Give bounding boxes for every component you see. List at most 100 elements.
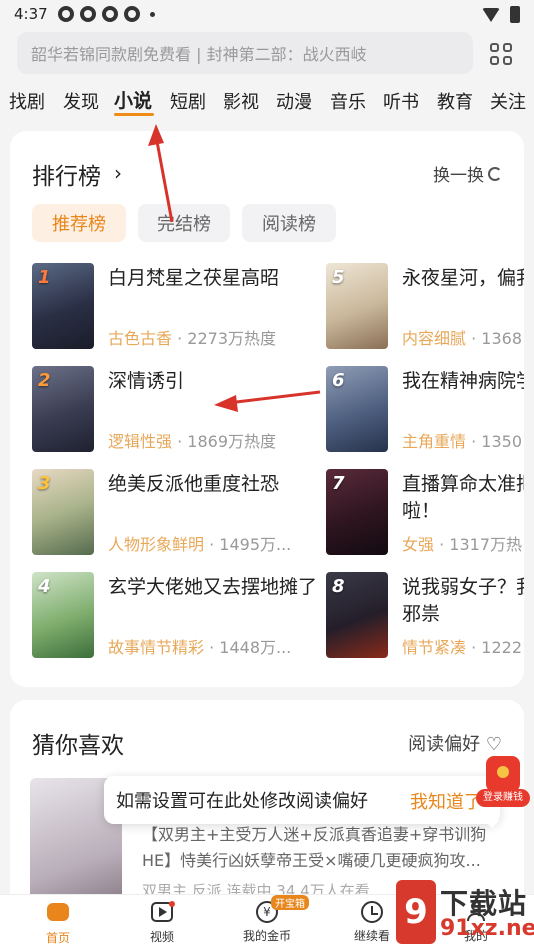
preference-tooltip: 如需设置可在此处修改阅读偏好 我知道了: [104, 776, 500, 828]
tab-short-drama[interactable]: 短剧: [170, 88, 206, 114]
book-item[interactable]: 7 直播算命太准把我收编啦！ 女强 · 1317万热: [326, 469, 524, 561]
book-title: 我在精神病院学: [402, 370, 524, 392]
pill-reading[interactable]: 阅读榜: [242, 204, 336, 242]
book-meta: 故事情节精彩 · 1448万...: [108, 638, 292, 657]
refresh-label: 换一换: [433, 166, 484, 186]
tooltip-arrow: [484, 820, 500, 828]
tab-education[interactable]: 教育: [437, 88, 473, 114]
book-item[interactable]: 4 玄学大佬她又去摆地摊了 故事情节精彩 · 1448万...: [32, 572, 332, 664]
status-bar: 4:37: [0, 0, 534, 30]
pill-completed[interactable]: 完结榜: [138, 204, 230, 242]
rank-number: 5: [332, 267, 345, 288]
book-tag: 人物形象鲜明: [108, 535, 205, 554]
rank-number: 7: [332, 473, 345, 494]
tooltip-text: 如需设置可在此处修改阅读偏好: [116, 791, 368, 812]
search-placeholder: 韶华若锦同款剧免费看 | 封神第二部：战火西岐: [31, 45, 367, 64]
app-notification-icon: [102, 6, 118, 22]
reading-preference-button[interactable]: 阅读偏好 ♡: [408, 730, 502, 756]
search-input[interactable]: 韶华若锦同款剧免费看 | 封神第二部：战火西岐: [17, 32, 473, 74]
category-grid-icon[interactable]: [490, 43, 512, 65]
site-watermark: 9 下载站 91xz.net: [396, 880, 534, 950]
app-notification-icon: [124, 6, 140, 22]
nav-coins[interactable]: ¥ 开宝箱 我的金币: [227, 895, 309, 944]
app-notification-icon: [58, 6, 74, 22]
book-item[interactable]: 5 永夜星河，偏我也爱子期 内容细腻 · 1368: [326, 263, 524, 355]
rank-number: 2: [38, 370, 51, 391]
rank-number: 8: [332, 576, 345, 597]
guess-title: 猜你喜欢: [32, 733, 124, 759]
refresh-icon: [488, 166, 502, 181]
book-cover: 4: [32, 572, 94, 658]
nav-home[interactable]: 首页: [18, 901, 98, 946]
book-title: 深情诱引: [108, 370, 185, 392]
login-earn-redpacket[interactable]: 登录赚钱: [476, 756, 530, 808]
book-meta: 主角重情 · 1350: [402, 432, 522, 451]
book-cover: 6: [326, 366, 388, 452]
rank-number: 3: [38, 473, 51, 494]
book-cover: 1: [32, 263, 94, 349]
top-tabs: 找剧 发现 小说 短剧 影视 动漫 音乐 听书 教育 关注: [0, 84, 534, 118]
book-meta: 古色古香 · 2273万热度: [108, 329, 277, 348]
status-time: 4:37: [14, 5, 48, 23]
book-heat: 1368: [481, 329, 522, 348]
redpacket-label: 登录赚钱: [476, 789, 530, 807]
tab-find-drama[interactable]: 找剧: [9, 88, 45, 114]
tab-discover[interactable]: 发现: [63, 88, 99, 114]
book-title: 永夜星河，偏我也爱子期: [402, 267, 524, 289]
chevron-right-icon[interactable]: ›: [114, 161, 122, 185]
book-cover: 8: [326, 572, 388, 658]
tab-film[interactable]: 影视: [223, 88, 259, 114]
book-tag: 主角重情: [402, 432, 467, 451]
refresh-button[interactable]: 换一换: [433, 161, 502, 186]
book-heat: 1448万...: [219, 638, 292, 657]
tab-follow[interactable]: 关注: [490, 88, 526, 114]
book-item[interactable]: 1 白月梵星之茯星高昭 古色古香 · 2273万热度: [32, 263, 332, 355]
book-tag: 古色古香: [108, 329, 173, 348]
tab-anime[interactable]: 动漫: [276, 88, 312, 114]
book-item[interactable]: 6 我在精神病院学 主角重情 · 1350: [326, 366, 524, 458]
book-heat: 1222: [481, 638, 522, 657]
book-title: 说我弱女子？我麒麟血镇邪祟: [402, 576, 524, 625]
watermark-logo: 9: [396, 880, 436, 944]
book-meta: 人物形象鲜明 · 1495万...: [108, 535, 292, 554]
book-meta: 情节紧凑 · 1222: [402, 638, 522, 657]
notification-icons: [58, 6, 155, 22]
book-tag: 内容细腻: [402, 329, 467, 348]
rank-number: 4: [38, 576, 51, 597]
book-title: 直播算命太准把我收编啦！: [402, 473, 524, 522]
red-packet-icon: [486, 756, 520, 792]
ranking-card: 排行榜 › 换一换 推荐榜 完结榜 阅读榜 1 白月梵星之茯星高昭 古色古香 ·…: [10, 131, 524, 687]
book-title: 白月梵星之茯星高昭: [108, 267, 280, 289]
book-tag: 逻辑性强: [108, 432, 173, 451]
book-item[interactable]: 2 深情诱引 逻辑性强 · 1869万热度: [32, 366, 332, 458]
book-heat: 1350: [481, 432, 522, 451]
book-heat: 1869万热度: [187, 432, 277, 451]
battery-icon: [510, 6, 520, 23]
book-item[interactable]: 8 说我弱女子？我麒麟血镇邪祟 情节紧凑 · 1222: [326, 572, 524, 664]
tab-audiobook[interactable]: 听书: [383, 88, 419, 114]
book-tag: 故事情节精彩: [108, 638, 205, 657]
tooltip-dismiss-button[interactable]: 我知道了: [410, 788, 482, 814]
nav-video-label: 视频: [149, 930, 174, 944]
ranking-title[interactable]: 排行榜: [32, 157, 101, 191]
pill-recommended[interactable]: 推荐榜: [32, 204, 126, 242]
book-heat: 1495万...: [219, 535, 292, 554]
nav-video[interactable]: 视频: [122, 901, 202, 945]
heart-icon: ♡: [485, 734, 502, 755]
book-meta: 女强 · 1317万热: [402, 535, 523, 554]
clock-icon: [361, 901, 383, 923]
reading-preference-label: 阅读偏好: [408, 734, 481, 755]
book-title: 绝美反派他重度社恐: [108, 473, 280, 495]
active-tab-indicator: [114, 113, 154, 116]
rank-number: 6: [332, 370, 345, 391]
book-description[interactable]: 【双男主+主受万人迷+反派真香追妻+穿书训狗HE】恃美行凶妖孽帝王受×嘴硬几更硬…: [142, 822, 512, 874]
wifi-icon: [482, 7, 500, 22]
home-icon: [47, 903, 69, 921]
book-cover: 5: [326, 263, 388, 349]
book-cover: 3: [32, 469, 94, 555]
tab-music[interactable]: 音乐: [330, 88, 366, 114]
rank-number: 1: [38, 267, 51, 288]
book-item[interactable]: 3 绝美反派他重度社恐 人物形象鲜明 · 1495万...: [32, 469, 332, 561]
tab-novel[interactable]: 小说: [114, 86, 152, 113]
book-title: 玄学大佬她又去摆地摊了: [108, 576, 318, 598]
